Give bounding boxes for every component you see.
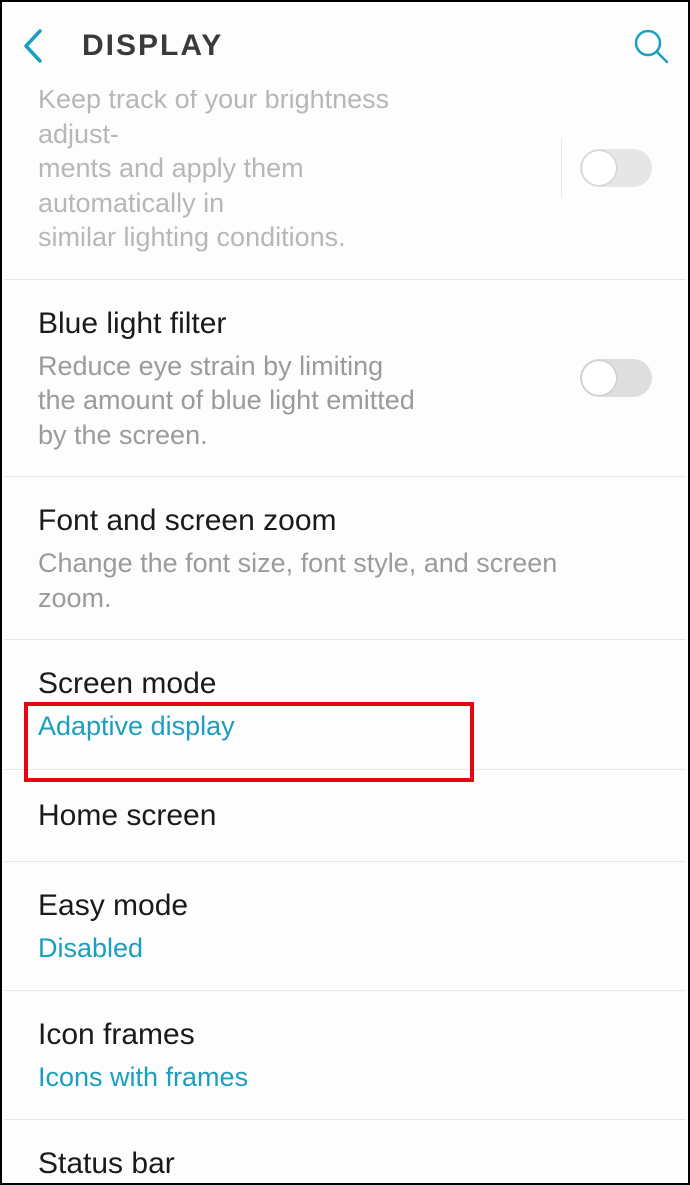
row-title: Blue light filter <box>38 304 580 343</box>
page-title: DISPLAY <box>82 29 223 63</box>
toggle-knob <box>582 151 616 185</box>
settings-list: Auto brightness Keep track of your brigh… <box>4 90 686 1181</box>
divider <box>561 138 562 198</box>
row-desc: Keep track of your brightness adjust- me… <box>38 90 458 255</box>
scroll-container: Auto brightness Keep track of your brigh… <box>4 90 686 1181</box>
row-title: Easy mode <box>38 886 652 925</box>
row-blue-light-filter[interactable]: Blue light filter Reduce eye strain by l… <box>4 279 686 477</box>
row-home-screen[interactable]: Home screen <box>4 769 686 861</box>
row-title: Font and screen zoom <box>38 501 652 540</box>
row-font-screen-zoom[interactable]: Font and screen zoom Change the font siz… <box>4 476 686 639</box>
row-value: Adaptive display <box>38 709 652 744</box>
row-icon-frames[interactable]: Icon frames Icons with frames <box>4 990 686 1119</box>
row-value: Disabled <box>38 931 652 966</box>
chevron-left-icon <box>20 27 44 65</box>
blue-light-toggle[interactable] <box>580 359 652 397</box>
search-button[interactable] <box>626 27 670 65</box>
row-screen-mode[interactable]: Screen mode Adaptive display <box>4 639 686 768</box>
row-desc: Reduce eye strain by limiting the amount… <box>38 349 428 453</box>
row-title: Status bar <box>38 1144 652 1181</box>
row-title: Icon frames <box>38 1015 652 1054</box>
row-value: Icons with frames <box>38 1060 652 1095</box>
app-header: DISPLAY <box>2 2 688 90</box>
row-easy-mode[interactable]: Easy mode Disabled <box>4 861 686 990</box>
row-title: Screen mode <box>38 664 652 703</box>
toggle-knob <box>582 361 616 395</box>
back-button[interactable] <box>20 27 64 65</box>
search-icon <box>632 27 670 65</box>
row-status-bar[interactable]: Status bar <box>4 1119 686 1181</box>
row-desc: Change the font size, font style, and sc… <box>38 546 638 615</box>
row-auto-brightness[interactable]: Auto brightness Keep track of your brigh… <box>4 90 686 279</box>
auto-brightness-toggle[interactable] <box>580 149 652 187</box>
row-title: Home screen <box>38 796 652 835</box>
